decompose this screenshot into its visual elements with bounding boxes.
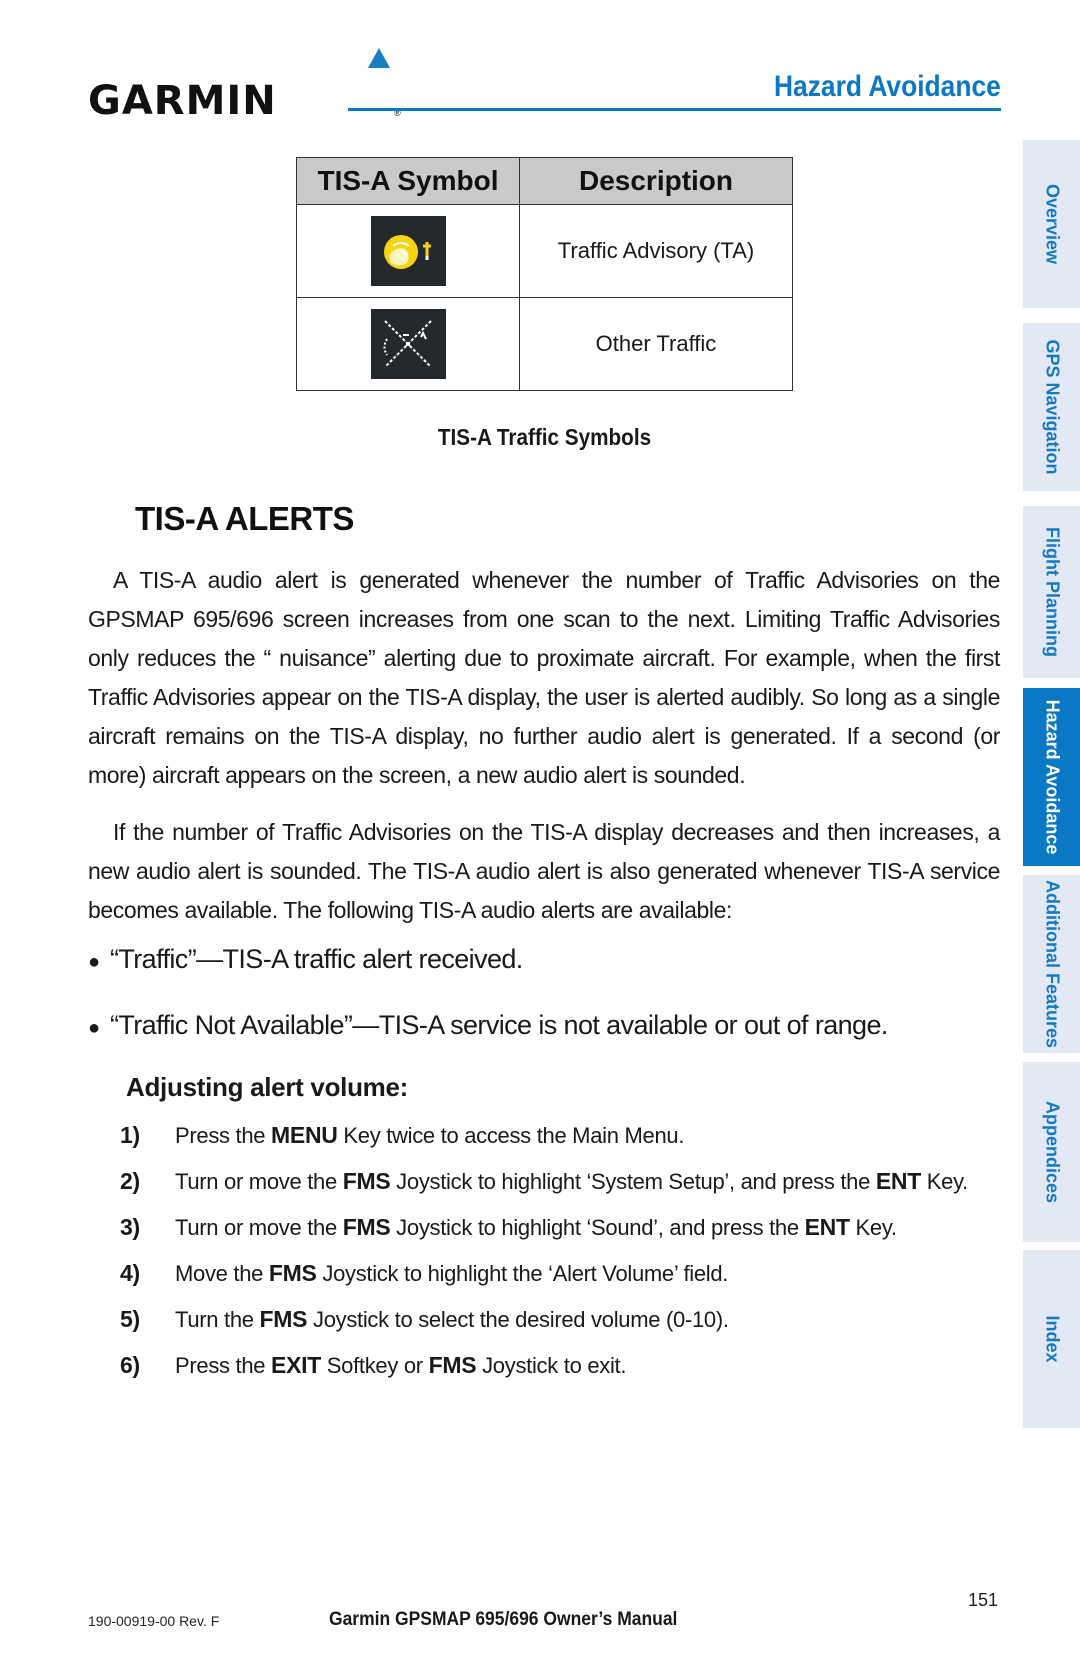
side-tab-label: Index — [1042, 1315, 1062, 1363]
section-title: Hazard Avoidance — [774, 70, 1001, 103]
step-text: Move the — [175, 1261, 269, 1286]
page-number: 151 — [968, 1590, 999, 1610]
side-tab-label: Overview — [1042, 183, 1062, 265]
key-name: FMS — [259, 1306, 308, 1332]
side-tab-gps-navigation[interactable]: GPS Navigation — [1023, 323, 1080, 491]
procedure-steps: 1) Press the MENU Key twice to access the… — [120, 1118, 1010, 1394]
step-text: Press the — [175, 1353, 272, 1378]
description-cell: Other Traffic — [519, 297, 793, 391]
step-number: 6) — [120, 1352, 140, 1378]
key-name: FMS — [268, 1260, 317, 1286]
table-caption: TIS-A Traffic Symbols — [437, 424, 652, 450]
step-text: Key twice to access the Main Menu. — [337, 1123, 685, 1148]
traffic-advisory-icon — [370, 216, 446, 286]
step-text: Key. — [849, 1215, 898, 1240]
list-item: ● “Traffic Not Available”—TIS-A service i… — [88, 1006, 1000, 1072]
side-tab-label: Appendices — [1042, 1100, 1062, 1204]
procedure-step: 1) Press the MENU Key twice to access the… — [120, 1118, 1010, 1153]
key-name: FMS — [342, 1214, 391, 1240]
step-text: Turn or move the — [175, 1169, 343, 1194]
step-number: 4) — [120, 1260, 140, 1286]
step-number: 2) — [120, 1168, 140, 1194]
key-name: FMS — [428, 1352, 477, 1378]
procedure-step: 4) Move the FMS Joystick to highlight the… — [120, 1256, 1010, 1291]
side-tab-label: Hazard Avoidance — [1042, 699, 1062, 855]
step-text: Press the — [175, 1123, 272, 1148]
side-tab-label: Flight Planning — [1042, 527, 1062, 657]
key-name: MENU — [271, 1122, 338, 1148]
step-text: Joystick to exit. — [476, 1353, 627, 1378]
step-text: Joystick to highlight the ‘Alert Volume’… — [316, 1261, 729, 1286]
header-rule — [348, 108, 1001, 111]
manual-title: Garmin GPSMAP 695/696 Owner’s Manual — [328, 1609, 678, 1630]
step-text: Key. — [920, 1169, 969, 1194]
description-cell: Traffic Advisory (TA) — [519, 204, 793, 298]
brand-wordmark: GARMIN — [88, 78, 277, 124]
section-heading: TIS-A ALERTS — [135, 500, 354, 537]
bullet-icon: ● — [88, 1017, 100, 1039]
list-item: ● “Traffic”—TIS-A traffic alert received. — [88, 940, 1000, 1006]
table-row: Traffic Advisory (TA) — [296, 204, 793, 298]
audio-alerts-list: ● “Traffic”—TIS-A traffic alert received.… — [88, 940, 1000, 1072]
side-tab-label: GPS Navigation — [1042, 339, 1062, 475]
side-tab-label: Additional Features — [1042, 879, 1062, 1049]
procedure-step: 2) Turn or move the FMS Joystick to highl… — [120, 1164, 1010, 1199]
side-tab-flight-planning[interactable]: Flight Planning — [1023, 506, 1080, 678]
column-header-symbol: TIS-A Symbol — [296, 157, 520, 205]
side-tab-overview[interactable]: Overview — [1023, 140, 1080, 308]
step-text: Joystick to select the desired volume (0… — [307, 1307, 729, 1332]
side-tab-additional-features[interactable]: Additional Features — [1023, 875, 1080, 1053]
step-text: Turn or move the — [175, 1215, 343, 1240]
table-row: Other Traffic — [296, 297, 793, 391]
bullet-icon: ● — [88, 951, 100, 973]
step-text: Joystick to highlight ‘Sound’, and press… — [390, 1215, 805, 1240]
key-name: ENT — [804, 1214, 850, 1240]
side-tab-index[interactable]: Index — [1023, 1250, 1080, 1428]
procedure-step: 3) Turn or move the FMS Joystick to highl… — [120, 1210, 1010, 1245]
paragraph: If the number of Traffic Advisories on t… — [88, 819, 1000, 923]
step-text: Joystick to highlight ‘System Setup’, an… — [390, 1169, 876, 1194]
garmin-logo: GARMIN ® — [88, 48, 401, 124]
procedure-title: Adjusting alert volume: — [126, 1072, 409, 1102]
key-name: ENT — [875, 1168, 921, 1194]
side-tab-appendices[interactable]: Appendices — [1023, 1062, 1080, 1242]
key-name: EXIT — [271, 1352, 321, 1378]
step-text: Softkey or — [320, 1353, 429, 1378]
procedure-step: 6) Press the EXIT Softkey or FMS Joystick… — [120, 1348, 1010, 1383]
procedure-step: 5) Turn the FMS Joystick to select the de… — [120, 1302, 1010, 1337]
logo-triangle-icon — [368, 48, 390, 68]
table-header-row: TIS-A Symbol Description — [296, 157, 793, 205]
other-traffic-icon — [370, 309, 446, 379]
step-text: Turn the — [175, 1307, 260, 1332]
step-number: 3) — [120, 1214, 140, 1240]
column-header-description: Description — [519, 157, 793, 205]
side-tab-hazard-avoidance[interactable]: Hazard Avoidance — [1023, 688, 1080, 866]
key-name: FMS — [342, 1168, 391, 1194]
paragraph: A TIS-A audio alert is generated wheneve… — [88, 567, 1000, 788]
step-number: 5) — [120, 1306, 140, 1332]
tis-a-symbol-table: TIS-A Symbol Description Traffic Advisor… — [296, 157, 793, 391]
step-number: 1) — [120, 1122, 140, 1148]
